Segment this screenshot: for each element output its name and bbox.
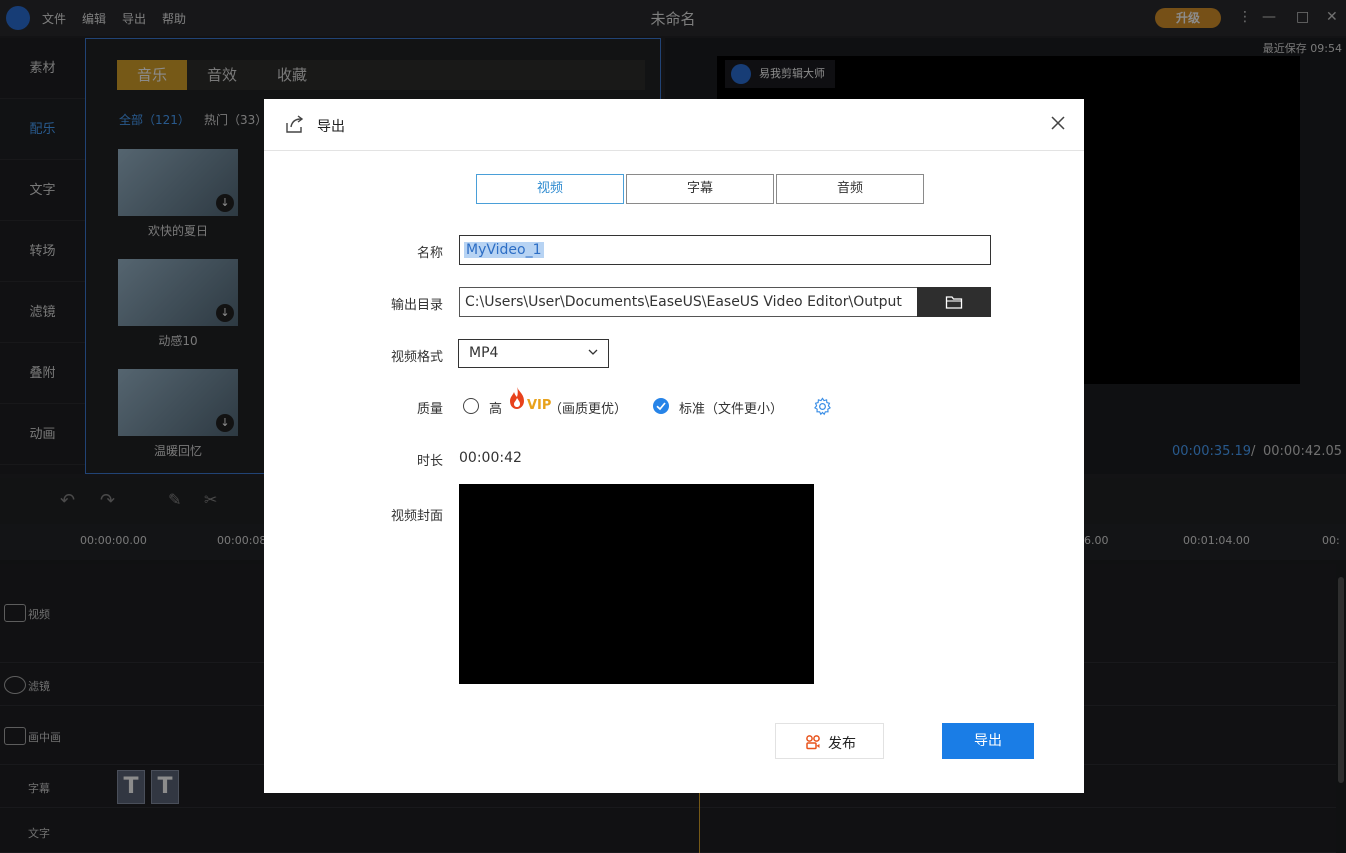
name-label: 名称 bbox=[416, 246, 443, 261]
tab-video[interactable]: 视频 bbox=[476, 174, 624, 204]
fire-icon bbox=[510, 387, 524, 409]
duration-value: 00:00:42 bbox=[459, 450, 522, 466]
output-path-input[interactable]: C:\Users\User\Documents\EaseUS\EaseUS Vi… bbox=[459, 287, 919, 317]
tab-subtitle[interactable]: 字幕 bbox=[626, 174, 774, 204]
check-icon bbox=[656, 402, 666, 411]
export-button[interactable]: 导出 bbox=[942, 723, 1034, 759]
dialog-header: 导出 bbox=[264, 99, 1084, 151]
vip-badge: VIP bbox=[527, 398, 552, 413]
quality-high-label: 高 bbox=[489, 402, 503, 417]
output-dir-label: 输出目录 bbox=[390, 298, 443, 313]
cover-label: 视频封面 bbox=[390, 509, 443, 524]
publish-button[interactable]: 发布 bbox=[775, 723, 884, 759]
export-dialog: 导出 视频 字幕 音频 名称 MyVideo_1 输出目录 C:\Users\U… bbox=[264, 99, 1084, 793]
format-select[interactable]: MP4 bbox=[458, 339, 609, 368]
quality-standard-radio[interactable] bbox=[653, 398, 669, 414]
settings-gear-icon[interactable] bbox=[813, 397, 832, 416]
export-tabs: 视频 字幕 音频 bbox=[476, 174, 924, 204]
chevron-down-icon bbox=[588, 349, 598, 355]
quality-high-note: （画质更优） bbox=[549, 402, 628, 417]
close-icon[interactable] bbox=[1047, 112, 1069, 134]
quality-label: 质量 bbox=[416, 402, 443, 417]
browse-folder-button[interactable] bbox=[917, 287, 991, 317]
name-value: MyVideo_1 bbox=[464, 242, 544, 258]
format-label: 视频格式 bbox=[390, 350, 443, 365]
folder-icon bbox=[945, 296, 963, 309]
name-input[interactable]: MyVideo_1 bbox=[459, 235, 991, 265]
quality-standard-label: 标准（文件更小） bbox=[679, 402, 784, 417]
publish-label: 发布 bbox=[828, 736, 856, 752]
quality-high-radio[interactable] bbox=[463, 398, 479, 414]
publish-icon bbox=[806, 735, 820, 750]
video-cover-preview[interactable] bbox=[459, 484, 814, 684]
export-icon bbox=[286, 115, 304, 133]
format-value: MP4 bbox=[469, 345, 499, 361]
tab-audio[interactable]: 音频 bbox=[776, 174, 924, 204]
duration-label: 时长 bbox=[416, 454, 443, 469]
dialog-title: 导出 bbox=[317, 119, 345, 135]
